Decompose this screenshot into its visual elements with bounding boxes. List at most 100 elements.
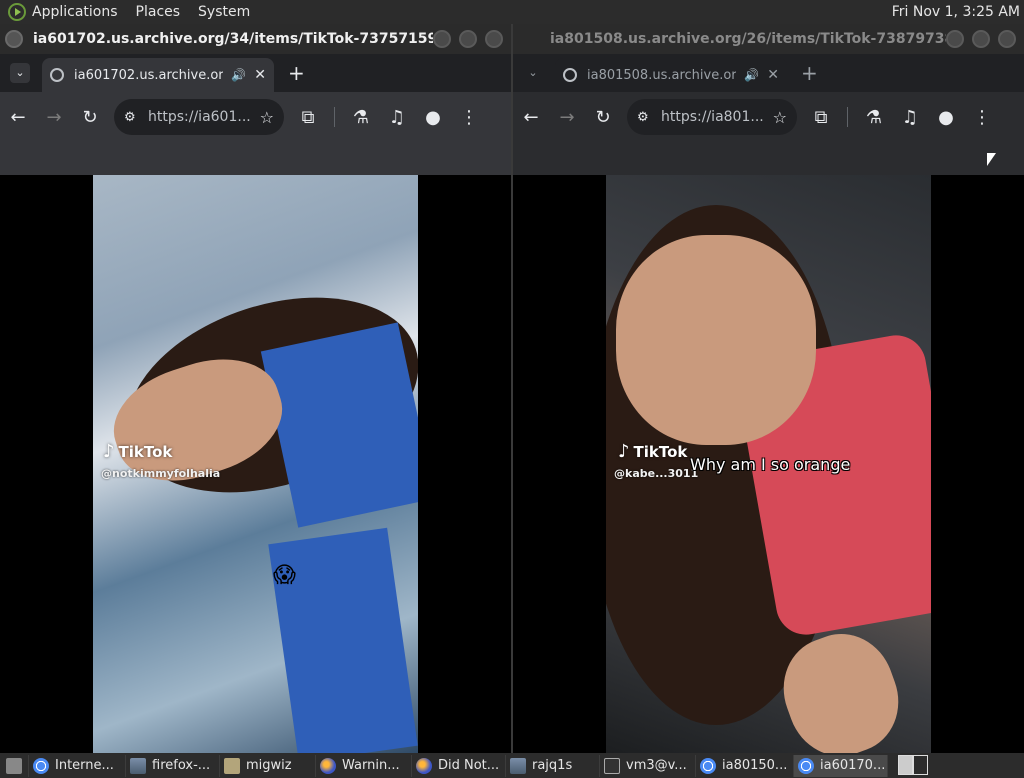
reload-button[interactable]: ↻ xyxy=(72,107,108,128)
toolbar-divider xyxy=(334,107,335,127)
reload-button[interactable]: ↻ xyxy=(585,107,621,128)
firefox-icon xyxy=(320,757,336,774)
new-tab-button[interactable]: + xyxy=(801,61,818,85)
bookmark-star-icon[interactable]: ☆ xyxy=(260,108,274,127)
taskbar-item[interactable]: Did Not... xyxy=(412,754,506,777)
taskbar-item-active[interactable]: ia60170... xyxy=(794,754,888,777)
site-settings-icon[interactable]: ⚙ xyxy=(124,110,148,125)
tab-active[interactable]: ia601702.us.archive.org/3 🔊 ✕ xyxy=(42,58,274,92)
minimize-button[interactable] xyxy=(433,30,451,48)
close-window-button[interactable] xyxy=(998,30,1016,48)
show-desktop-icon xyxy=(6,757,22,774)
folder-icon xyxy=(224,757,240,774)
taskbar-item-label: Interne... xyxy=(55,758,114,773)
back-button[interactable]: ← xyxy=(0,107,36,128)
places-menu[interactable]: Places xyxy=(136,4,181,20)
new-tab-button[interactable]: + xyxy=(288,61,305,85)
taskbar-item[interactable]: firefox-... xyxy=(126,754,220,777)
screaming-face-emoji: 😱 xyxy=(273,563,296,588)
toolbar-spacer xyxy=(0,142,511,179)
extensions-icon[interactable]: ⧉ xyxy=(290,107,326,128)
labs-icon[interactable]: ⚗ xyxy=(856,107,892,128)
taskbar-item-label: firefox-... xyxy=(152,758,211,773)
browser-window-left: ia601702.us.archive.org/34/items/TikTok-… xyxy=(0,24,511,753)
taskbar-item[interactable]: Interne... xyxy=(29,754,126,777)
tab-strip: ⌄ ia801508.us.archive.org/ 🔊 ✕ + xyxy=(513,54,1024,92)
window-title: ia801508.us.archive.org/26/items/TikTok-… xyxy=(550,31,946,47)
window-title: ia601702.us.archive.org/34/items/TikTok-… xyxy=(33,31,433,47)
distro-logo-icon[interactable] xyxy=(8,3,26,21)
video-caption: Why am I so orange xyxy=(690,455,851,474)
tab-active[interactable]: ia801508.us.archive.org/ 🔊 ✕ xyxy=(555,58,787,92)
labs-icon[interactable]: ⚗ xyxy=(343,107,379,128)
chrome-icon xyxy=(798,757,814,774)
toolbar-spacer xyxy=(513,142,1024,179)
bookmark-star-icon[interactable]: ☆ xyxy=(773,108,787,127)
video-arm-shape xyxy=(268,527,418,753)
forward-button[interactable]: → xyxy=(36,107,72,128)
maximize-button[interactable] xyxy=(459,30,477,48)
profile-icon[interactable]: ● xyxy=(928,107,964,128)
tab-strip: ⌄ ia601702.us.archive.org/3 🔊 ✕ + xyxy=(0,54,511,92)
page-viewport[interactable]: ♪ TikTok @notkimmyfolhalia 😱 xyxy=(0,175,511,753)
chrome-menu-icon[interactable]: ⋮ xyxy=(964,107,1000,128)
taskbar-item-label: ia80150... xyxy=(722,758,788,773)
workspace-switcher[interactable] xyxy=(898,754,928,777)
media-control-icon[interactable]: ♫ xyxy=(379,107,415,128)
workspace-1[interactable] xyxy=(898,754,913,775)
clock[interactable]: Fri Nov 1, 3:25 AM xyxy=(892,4,1020,20)
taskbar-item[interactable]: Warnin... xyxy=(316,754,412,777)
window-titlebar[interactable]: ia801508.us.archive.org/26/items/TikTok-… xyxy=(513,24,1024,54)
show-desktop-button[interactable] xyxy=(0,754,29,777)
watermark-text: TikTok xyxy=(118,443,173,461)
firefox-icon xyxy=(416,757,432,774)
chrome-icon xyxy=(700,757,716,774)
page-viewport[interactable]: ♪ TikTok @kabe...3011 Why am I so orange xyxy=(513,175,1024,753)
close-window-button[interactable] xyxy=(485,30,503,48)
tiktok-logo-icon: ♪ xyxy=(618,441,630,462)
system-menu[interactable]: System xyxy=(198,4,250,20)
taskbar-item-label: migwiz xyxy=(246,758,292,773)
tiktok-logo-icon: ♪ xyxy=(103,441,115,462)
video-face-shape xyxy=(616,235,816,445)
window-menu-icon[interactable] xyxy=(5,30,23,48)
forward-button[interactable]: → xyxy=(549,107,585,128)
watermark-text: TikTok xyxy=(633,443,688,461)
chrome-menu-icon[interactable]: ⋮ xyxy=(451,107,487,128)
close-tab-icon[interactable]: ✕ xyxy=(767,67,779,83)
window-titlebar[interactable]: ia601702.us.archive.org/34/items/TikTok-… xyxy=(0,24,511,54)
tab-search-button[interactable]: ⌄ xyxy=(523,63,543,83)
taskbar-item[interactable]: ia80150... xyxy=(696,754,794,777)
profile-icon[interactable]: ● xyxy=(415,107,451,128)
tiktok-video[interactable]: ♪ TikTok @notkimmyfolhalia 😱 xyxy=(93,175,418,753)
site-settings-icon[interactable]: ⚙ xyxy=(637,110,661,125)
tiktok-video[interactable]: ♪ TikTok @kabe...3011 Why am I so orange xyxy=(606,175,931,753)
taskbar-item-label: Did Not... xyxy=(438,758,500,773)
audio-playing-icon[interactable]: 🔊 xyxy=(744,68,759,82)
address-bar[interactable]: ⚙ https://ia601... ☆ xyxy=(114,99,284,135)
tiktok-handle: @notkimmyfolhalia xyxy=(101,467,221,480)
media-control-icon[interactable]: ♫ xyxy=(892,107,928,128)
taskbar-item-label: vm3@v... xyxy=(626,758,687,773)
mouse-cursor xyxy=(987,153,996,166)
minimize-button[interactable] xyxy=(946,30,964,48)
applications-menu[interactable]: Applications xyxy=(32,4,118,20)
tab-search-button[interactable]: ⌄ xyxy=(10,63,30,83)
image-icon xyxy=(130,757,146,774)
url-text[interactable]: https://ia801... xyxy=(661,109,773,125)
globe-icon xyxy=(563,68,577,82)
address-bar[interactable]: ⚙ https://ia801... ☆ xyxy=(627,99,797,135)
image-icon xyxy=(510,757,526,774)
back-button[interactable]: ← xyxy=(513,107,549,128)
taskbar-item[interactable]: migwiz xyxy=(220,754,316,777)
workspace-2[interactable] xyxy=(913,754,928,775)
audio-playing-icon[interactable]: 🔊 xyxy=(231,68,246,82)
maximize-button[interactable] xyxy=(972,30,990,48)
tab-title: ia801508.us.archive.org/ xyxy=(587,67,737,83)
tiktok-watermark: ♪ TikTok xyxy=(103,441,172,462)
url-text[interactable]: https://ia601... xyxy=(148,109,260,125)
close-tab-icon[interactable]: ✕ xyxy=(254,67,266,83)
taskbar-item[interactable]: rajq1s xyxy=(506,754,600,777)
extensions-icon[interactable]: ⧉ xyxy=(803,107,839,128)
taskbar-item[interactable]: vm3@v... xyxy=(600,754,696,777)
